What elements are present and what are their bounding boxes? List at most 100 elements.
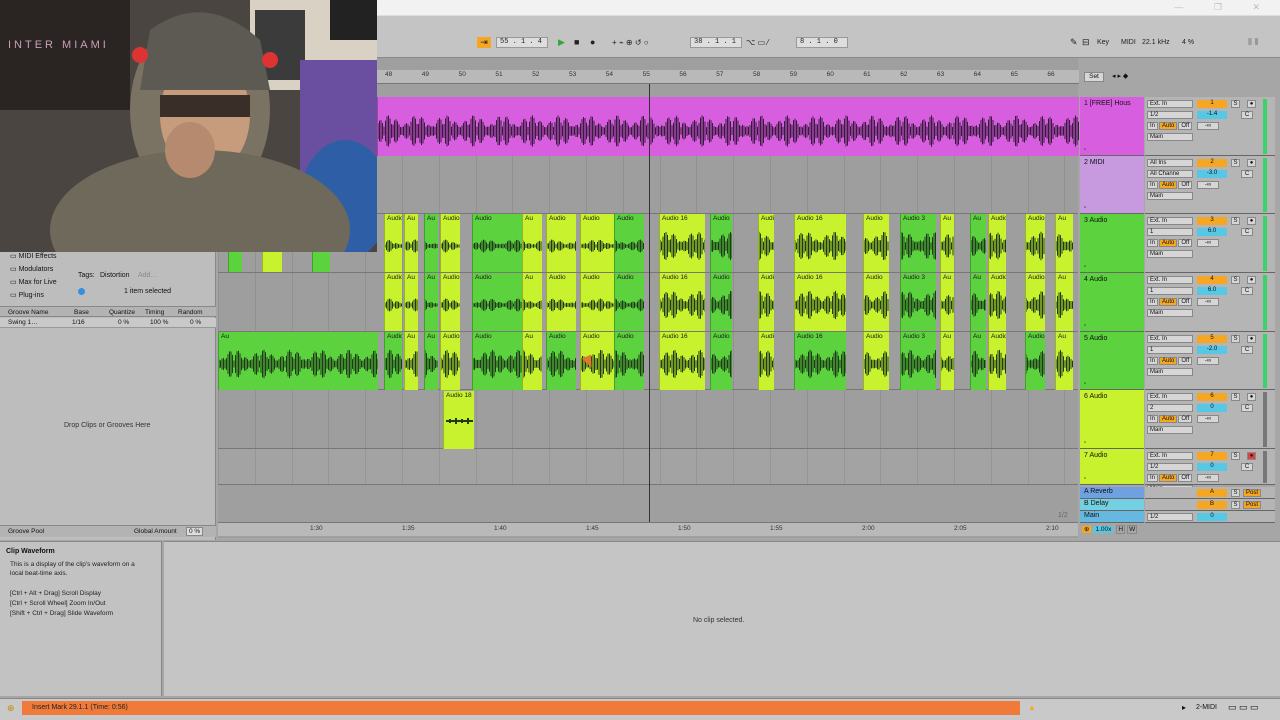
input-type-select[interactable]: Ext. In [1147, 452, 1193, 460]
audio-clip[interactable]: Au [970, 214, 986, 272]
input-type-select[interactable]: Ext. In [1147, 100, 1193, 108]
audio-clip[interactable]: Audio [472, 273, 522, 331]
track-activator[interactable]: 2 [1197, 159, 1227, 167]
fold-icon[interactable]: ▫ [1084, 381, 1086, 387]
input-channel-select[interactable]: 1/2 [1147, 463, 1193, 471]
monitor-in-button[interactable]: In [1147, 357, 1159, 365]
audio-clip[interactable]: Audio [1025, 332, 1045, 390]
audio-clip[interactable]: Audio [440, 332, 460, 390]
audio-clip[interactable]: Audio [710, 273, 732, 331]
draw-mode-icon[interactable]: ⌥ ▭ ⁄ [746, 37, 769, 48]
fold-icon[interactable]: ▫ [1084, 264, 1086, 270]
audio-clip[interactable]: Audio [710, 214, 732, 272]
groove-random[interactable]: 0 % [190, 319, 201, 326]
audio-clip[interactable]: Audio [384, 332, 402, 390]
audio-clip[interactable]: Audio [384, 214, 402, 272]
audio-clip[interactable] [262, 252, 282, 272]
loop-start[interactable]: 38 . 1 . 1 [690, 37, 742, 48]
input-channel-select[interactable]: 1 [1147, 346, 1193, 354]
width-button[interactable]: W [1127, 525, 1138, 534]
pan-knob[interactable]: C [1241, 463, 1253, 471]
arm-button[interactable]: ● [1247, 452, 1256, 460]
solo-button[interactable]: S [1231, 276, 1240, 284]
audio-clip[interactable]: Audio [1025, 273, 1045, 331]
input-channel-select[interactable]: 1 [1147, 287, 1193, 295]
monitor-in-button[interactable]: In [1147, 474, 1159, 482]
volume-value[interactable]: -3.0 [1197, 170, 1227, 178]
send-value[interactable]: -∞ [1197, 239, 1219, 247]
monitor-off-button[interactable]: Off [1178, 122, 1193, 130]
keyboard-icon[interactable]: ⊟ [1082, 37, 1090, 48]
solo-button[interactable]: S [1231, 452, 1240, 460]
key-map-button[interactable]: Key [1097, 37, 1109, 48]
audio-clip[interactable]: Audio 3 [900, 214, 936, 272]
monitor-auto-button[interactable]: Auto [1159, 239, 1178, 247]
audio-clip[interactable]: Au [218, 332, 378, 390]
return-header-2[interactable]: Main [1080, 511, 1144, 523]
track-name[interactable]: 7 Audio [1084, 452, 1107, 459]
track-name[interactable]: 3 Audio [1084, 217, 1107, 224]
detail-view[interactable]: No clip selected. [164, 541, 1280, 696]
locator-icons[interactable]: ◂ ▸ ◆ [1112, 72, 1140, 82]
arm-button[interactable]: ● [1247, 393, 1256, 401]
solo-button[interactable]: S [1231, 159, 1240, 167]
browser-item-midi-effects[interactable]: ▭ MIDI Effects [10, 252, 57, 260]
play-icon[interactable]: ▶ [558, 37, 565, 48]
audio-clip[interactable]: Au [522, 214, 542, 272]
send-value[interactable]: -∞ [1197, 122, 1219, 130]
audio-clip[interactable]: Au [1055, 332, 1073, 390]
audio-clip[interactable]: Audio 16 [794, 273, 846, 331]
monitor-off-button[interactable]: Off [1178, 474, 1193, 482]
pan-knob[interactable]: C [1241, 287, 1253, 295]
monitor-off-button[interactable]: Off [1178, 298, 1193, 306]
midi-map-button[interactable]: MIDI [1121, 37, 1136, 48]
zoom-value[interactable]: 1.00x [1093, 526, 1114, 533]
track-name[interactable]: 2 MIDI [1084, 159, 1105, 166]
volume-value[interactable]: 0 [1197, 463, 1227, 471]
monitor-in-button[interactable]: In [1147, 181, 1159, 189]
return-name[interactable]: Main [1084, 512, 1099, 519]
set-button[interactable]: Set [1084, 72, 1104, 82]
audio-clip[interactable]: Audio 16 [659, 214, 705, 272]
audio-clip[interactable]: Audio [758, 332, 774, 390]
monitor-auto-button[interactable]: Auto [1159, 298, 1178, 306]
track-header-4[interactable]: 4 Audio ▫ [1080, 273, 1144, 332]
output-select[interactable]: Main [1147, 192, 1193, 200]
fold-icon[interactable]: ▫ [1084, 147, 1086, 153]
audio-clip[interactable]: Audio [988, 273, 1006, 331]
post-button[interactable]: Post [1243, 501, 1261, 509]
audio-clip[interactable]: Audio [758, 273, 774, 331]
stop-icon[interactable]: ■ [574, 37, 579, 48]
track-lane-6[interactable] [218, 390, 1078, 449]
loop-length[interactable]: 8 . 1 . 0 [796, 37, 848, 48]
fold-icon[interactable]: ▫ [1084, 205, 1086, 211]
audio-clip[interactable]: Audio [614, 273, 644, 331]
return-header-0[interactable]: A Reverb [1080, 487, 1144, 499]
send-value[interactable]: -∞ [1197, 415, 1219, 423]
audio-clip[interactable]: Au [522, 273, 542, 331]
post-button[interactable]: Post [1243, 489, 1261, 497]
audio-clip[interactable]: Au [1055, 214, 1073, 272]
main-volume[interactable]: 0 [1197, 513, 1227, 521]
volume-value[interactable]: -2.0 [1197, 346, 1227, 354]
follow-icon[interactable]: ⇥ [477, 37, 491, 48]
audio-clip[interactable] [377, 97, 1079, 156]
send-value[interactable]: -∞ [1197, 357, 1219, 365]
pan-knob[interactable]: C [1241, 170, 1253, 178]
groove-quantize[interactable]: 0 % [118, 319, 129, 326]
input-channel-select[interactable]: All Channe [1147, 170, 1193, 178]
audio-clip[interactable]: Au [940, 273, 954, 331]
track-activator[interactable]: 3 [1197, 217, 1227, 225]
track-name[interactable]: 1 [FREE] Hous [1084, 100, 1131, 107]
track-activator[interactable]: 7 [1197, 452, 1227, 460]
audio-clip[interactable]: Au [970, 273, 986, 331]
height-button[interactable]: H [1116, 525, 1126, 534]
output-select[interactable]: Main [1147, 426, 1193, 434]
audio-clip[interactable]: Audio [614, 214, 644, 272]
arm-button[interactable]: ● [1247, 100, 1256, 108]
midi-keyboard-icon[interactable]: ▭ ▭ ▭ [1228, 702, 1259, 713]
track-lane-7[interactable] [218, 449, 1078, 485]
monitor-in-button[interactable]: In [1147, 298, 1159, 306]
audio-clip[interactable]: Au [424, 273, 438, 331]
fold-icon[interactable]: ▫ [1084, 440, 1086, 446]
